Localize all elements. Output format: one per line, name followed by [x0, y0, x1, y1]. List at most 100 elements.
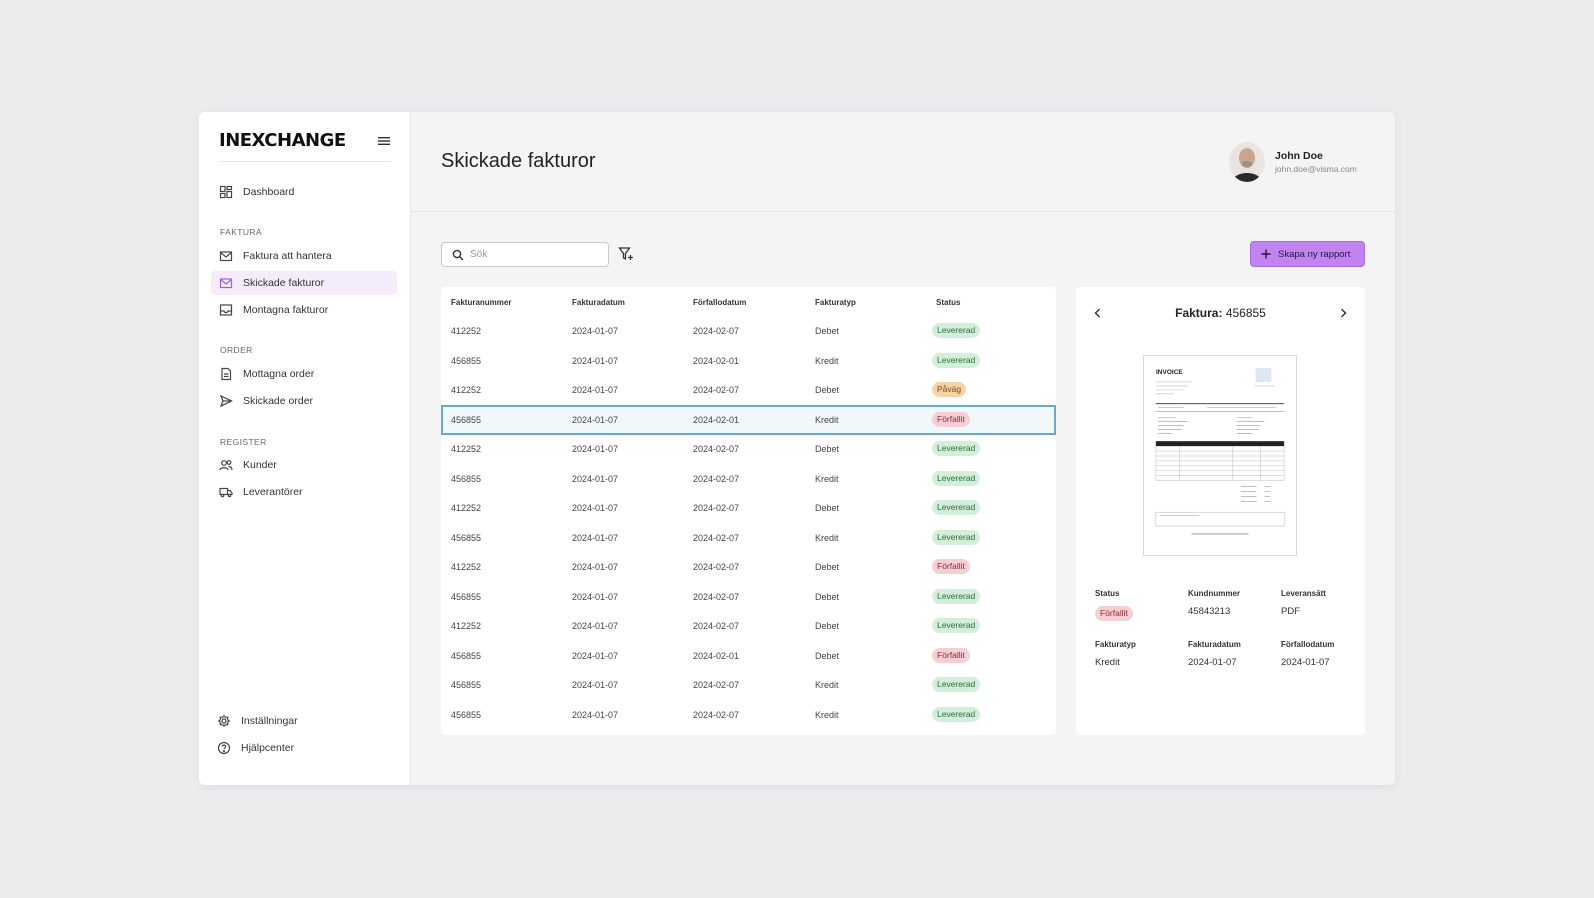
table-row[interactable]: 412252 2024-01-07 2024-02-07 Debet Levererad	[441, 611, 1056, 641]
mail-icon	[219, 251, 233, 262]
search-input[interactable]	[470, 246, 600, 263]
cell-fakturatyp: Debet	[815, 503, 840, 513]
logo: INEXCHANGE	[219, 130, 346, 151]
sidebar-item-montagna-fakturor[interactable]: Montagna fakturor	[211, 298, 397, 322]
sidebar-item-faktura-att-hantera[interactable]: Faktura att hantera	[211, 244, 397, 268]
users-icon	[219, 460, 233, 471]
status-badge: Levererad	[932, 529, 981, 545]
sidebar-item-label: Skickade fakturor	[243, 277, 325, 289]
table-row[interactable]: 456855 2024-01-07 2024-02-01 Kredit Leverera…	[441, 346, 1056, 376]
cell-fakturatyp: Kredit	[815, 414, 839, 425]
sidebar-item-dashboard[interactable]: Dashboard	[211, 180, 397, 204]
table-row[interactable]: 412252 2024-01-07 2024-02-07 Debet Påväg	[441, 375, 1056, 405]
cell-fakturanummer: 412252	[451, 562, 482, 572]
cell-forfallodatum: 2024-02-07	[693, 385, 740, 395]
document-icon	[221, 367, 232, 381]
cell-forfallodatum: 2024-02-07	[693, 532, 740, 543]
filter-add-icon[interactable]	[618, 246, 634, 262]
sidebar-item-kunder[interactable]: Kunder	[211, 453, 397, 477]
cell-fakturatyp: Debet	[815, 621, 840, 631]
cell-fakturadatum: 2024-01-07	[572, 562, 619, 572]
cell-fakturatyp: Kredit	[815, 355, 839, 366]
hamburger-menu-icon[interactable]	[377, 134, 391, 148]
page-title: Skickade fakturor	[441, 150, 596, 172]
cell-fakturanummer: 412252	[451, 385, 482, 395]
cell-fakturatyp: Debet	[815, 326, 840, 336]
cell-fakturanummer: 456855	[451, 591, 482, 602]
sidebar-item-label: Mottagna order	[243, 368, 315, 380]
avatar[interactable]	[1229, 142, 1265, 182]
table-row[interactable]: 456855 2024-01-07 2024-02-07 Kredit Leverera…	[441, 464, 1056, 494]
fakturatyp-label: Fakturatyp	[1095, 640, 1136, 649]
cell-fakturadatum: 2024-01-07	[572, 444, 619, 454]
column-header-fakturanummer[interactable]: Fakturanummer	[451, 298, 511, 307]
table-row[interactable]: 456855 2024-01-07 2024-02-01 Kredit Förfalli…	[441, 404, 1056, 435]
table-row[interactable]: 456855 2024-01-07 2024-02-07 Kredit Leverera…	[441, 523, 1056, 553]
status-badge: Levererad	[932, 677, 981, 692]
sidebar-item-leverantorer[interactable]: Leverantörer	[211, 480, 397, 504]
sidebar-item-label: Hjälpcenter	[241, 742, 295, 754]
cell-fakturadatum: 2024-01-07	[572, 532, 619, 543]
section-heading-order: ORDER	[220, 345, 253, 355]
cell-fakturanummer: 412252	[451, 326, 482, 336]
sidebar-item-label: Faktura att hantera	[243, 250, 332, 262]
cell-fakturadatum: 2024-01-07	[572, 414, 619, 425]
cell-fakturatyp: Debet	[815, 650, 840, 661]
cell-fakturanummer: 456855	[451, 355, 482, 366]
cell-fakturatyp: Kredit	[815, 532, 839, 543]
status-badge: Förfallit	[1095, 606, 1133, 621]
cell-fakturadatum: 2024-01-07	[572, 503, 619, 513]
search-box[interactable]	[441, 242, 609, 267]
table-row[interactable]: 456855 2024-01-07 2024-02-01 Debet Förfallit	[441, 641, 1056, 671]
table-row[interactable]: 456855 2024-01-07 2024-02-07 Kredit Leverera…	[441, 700, 1056, 730]
user-name: John Doe	[1275, 150, 1323, 162]
status-badge: Levererad	[932, 323, 981, 338]
help-icon	[217, 741, 231, 755]
table-row[interactable]: 412252 2024-01-07 2024-02-07 Debet Levererad	[441, 316, 1056, 346]
sidebar-item-mottagna-order[interactable]: Mottagna order	[211, 362, 397, 386]
sidebar-item-installningar[interactable]: Inställningar	[209, 709, 395, 733]
table-row[interactable]: 456855 2024-01-07 2024-02-07 Debet Levererad	[441, 582, 1056, 612]
table-row[interactable]: 412252 2024-01-07 2024-02-07 Debet Levererad	[441, 434, 1056, 464]
chevron-right-icon[interactable]	[1337, 307, 1349, 319]
table-row[interactable]: 456855 2024-01-07 2024-02-07 Kredit Leverera…	[441, 670, 1056, 700]
leveranssatt-label: Leveransätt	[1281, 589, 1326, 598]
cell-fakturatyp: Kredit	[815, 473, 839, 484]
cell-forfallodatum: 2024-02-07	[693, 473, 740, 484]
column-header-status[interactable]: Status	[936, 298, 960, 307]
column-header-fakturadatum[interactable]: Fakturadatum	[572, 298, 625, 307]
create-report-button[interactable]: Skapa ny rapport	[1250, 241, 1365, 267]
status-badge: Levererad	[932, 470, 981, 486]
sidebar-item-label: Dashboard	[243, 186, 295, 198]
table-row[interactable]: 412252 2024-01-07 2024-02-07 Debet Förfallit	[441, 552, 1056, 582]
column-header-forfallodatum[interactable]: Förfallodatum	[693, 298, 746, 307]
table-row[interactable]: 412252 2024-01-07 2024-02-07 Debet Levererad	[441, 493, 1056, 523]
sidebar-item-label: Skickade order	[243, 395, 314, 407]
sidebar-item-label: Montagna fakturor	[243, 304, 329, 316]
mail-icon	[219, 278, 233, 289]
cell-fakturadatum: 2024-01-07	[572, 621, 619, 631]
cell-fakturadatum: 2024-01-07	[572, 385, 619, 395]
cell-fakturanummer: 456855	[451, 473, 482, 484]
cell-fakturanummer: 456855	[451, 650, 482, 661]
cell-fakturatyp: Debet	[815, 591, 840, 602]
status-badge: Levererad	[932, 352, 981, 368]
cell-forfallodatum: 2024-02-07	[693, 680, 740, 690]
cell-fakturadatum: 2024-01-07	[572, 650, 619, 661]
column-header-fakturatyp[interactable]: Fakturatyp	[815, 298, 856, 307]
cell-fakturadatum: 2024-01-07	[572, 473, 619, 484]
cell-fakturatyp: Kredit	[815, 680, 839, 690]
detail-title-label: Faktura:	[1175, 306, 1223, 320]
create-report-label: Skapa ny rapport	[1278, 248, 1351, 260]
sidebar-item-skickade-order[interactable]: Skickade order	[211, 389, 397, 413]
cell-fakturadatum: 2024-01-07	[572, 355, 619, 366]
sidebar-item-hjalpcenter[interactable]: Hjälpcenter	[209, 736, 395, 760]
cell-forfallodatum: 2024-02-07	[693, 621, 740, 631]
invoice-preview[interactable]: INVOICE	[1143, 355, 1297, 556]
sidebar-item-skickade-fakturor[interactable]: Skickade fakturor	[211, 271, 397, 295]
cell-fakturatyp: Debet	[815, 562, 840, 572]
detail-title-value: 456855	[1225, 306, 1266, 320]
cell-forfallodatum: 2024-02-07	[693, 591, 740, 602]
cell-fakturanummer: 456855	[451, 709, 482, 720]
cell-forfallodatum: 2024-02-07	[693, 503, 740, 513]
